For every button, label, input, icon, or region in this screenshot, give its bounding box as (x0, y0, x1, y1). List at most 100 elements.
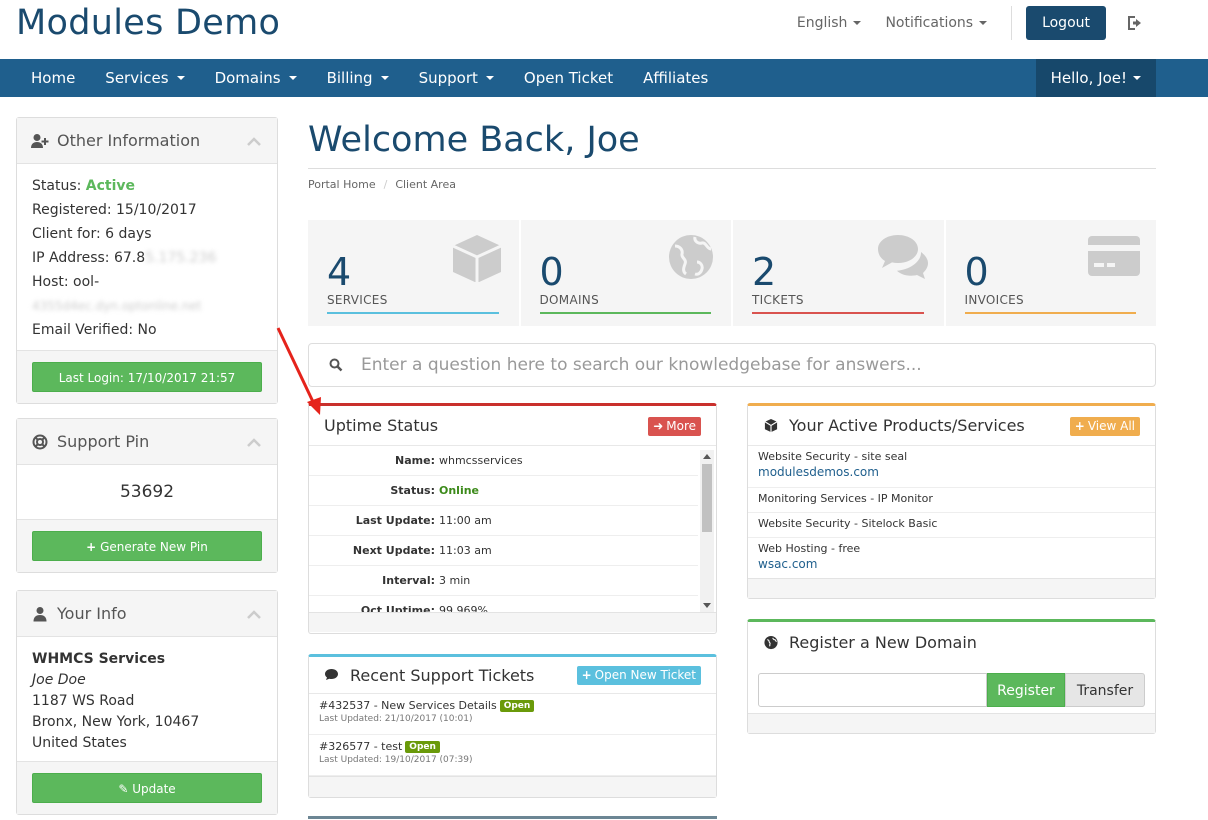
page-title: Welcome Back, Joe (308, 120, 640, 160)
caret-down-icon (979, 21, 988, 25)
uptime-value: whmcsservices (439, 454, 523, 467)
tile-underline (964, 312, 1136, 314)
view-all-button[interactable]: + View All (1069, 417, 1140, 436)
transfer-button[interactable]: Transfer (1065, 673, 1145, 707)
product-name: Monitoring Services - IP Monitor (758, 492, 933, 505)
tile-services[interactable]: 4 SERVICES (308, 220, 521, 326)
chevron-up-icon[interactable] (247, 136, 261, 146)
tile-underline (327, 312, 499, 314)
more-button[interactable]: ➜ More (648, 417, 701, 436)
arrow-right-icon: ➜ (653, 419, 664, 433)
ticket-item[interactable]: #432537 - New Services Details Open Last U… (309, 694, 716, 735)
open-new-ticket-button[interactable]: + Open New Ticket (576, 666, 701, 685)
panel-header: Your Active Products/Services + View All (748, 406, 1155, 446)
host-redacted: 4355d4ec.dyn.optonline.net (32, 299, 202, 313)
status-badge: Active (85, 178, 136, 194)
uptime-row: Status: Online (309, 476, 698, 506)
scrollbar[interactable] (700, 450, 714, 612)
ip-redacted: 5.175.236 (145, 250, 217, 266)
registered-date: Registered: 15/10/2017 (32, 202, 197, 218)
sign-out-icon[interactable] (1126, 13, 1146, 33)
ticket-title: #326577 - test (319, 740, 403, 753)
scroll-thumb[interactable] (702, 464, 712, 532)
address-line-1: 1187 WS Road (32, 693, 135, 709)
panel-header[interactable]: Other Information (17, 118, 277, 164)
scroll-up-icon[interactable] (703, 454, 711, 459)
site-brand[interactable]: Modules Demo (16, 3, 280, 43)
tile-invoices[interactable]: 0 INVOICES (946, 220, 1157, 326)
nav-item-affiliates[interactable]: Affiliates (628, 59, 723, 97)
language-dropdown[interactable]: English (797, 15, 862, 31)
product-name: Website Security - Sitelock Basic (758, 517, 938, 530)
support-pin-panel: Support Pin 53692 + Generate New Pin (16, 418, 278, 573)
uptime-value: 11:03 am (439, 544, 492, 557)
ticket-title: #432537 - New Services Details (319, 699, 497, 712)
uptime-value: 99.969% (439, 604, 488, 612)
product-item[interactable]: Website Security - site seal modulesdemos… (748, 446, 1155, 488)
panel-header[interactable]: Your Info (17, 591, 277, 637)
caret-down-icon (853, 21, 862, 25)
nav-item-services[interactable]: Services (90, 59, 199, 97)
nav-item-support[interactable]: Support (404, 59, 509, 97)
product-item[interactable]: Website Security - Sitelock Basic (748, 513, 1155, 538)
uptime-row: Name: whmcsservices (309, 446, 698, 476)
logout-button[interactable]: Logout (1026, 6, 1106, 40)
panel-header: Uptime Status ➜ More (309, 406, 716, 446)
search-input[interactable] (361, 355, 1121, 375)
uptime-key: Interval: (382, 574, 435, 587)
product-item[interactable]: Monitoring Services - IP Monitor (748, 488, 1155, 513)
tile-count: 4 (327, 250, 352, 294)
update-button[interactable]: ✎ Update (32, 773, 262, 803)
credit-card-icon (1088, 236, 1140, 276)
breadcrumb-portal-home[interactable]: Portal Home (308, 178, 376, 191)
support-pin-value: 53692 (119, 482, 175, 502)
user-menu-dropdown[interactable]: Hello, Joe! (1035, 59, 1156, 97)
life-ring-icon (32, 434, 48, 449)
nav-item-open-ticket[interactable]: Open Ticket (509, 59, 628, 97)
uptime-key: Last Update: (355, 514, 435, 527)
breadcrumb-client-area: Client Area (395, 178, 456, 191)
contact-name: Joe Doe (32, 672, 86, 688)
product-list: Website Security - site seal modulesdemos… (748, 446, 1155, 580)
client-for: Client for: 6 days (32, 226, 152, 242)
panel-body: WHMCS Services Joe Doe 1187 WS Road Bron… (17, 637, 277, 761)
uptime-value: 3 min (439, 574, 471, 587)
product-item[interactable]: Web Hosting - free wsac.com (748, 538, 1155, 580)
recent-tickets-panel: Recent Support Tickets + Open New Ticket … (308, 654, 717, 798)
tile-domains[interactable]: 0 DOMAINS (521, 220, 733, 326)
tile-underline (539, 312, 711, 314)
nav-items: Home Services Domains Billing Support Open Ti… (16, 59, 723, 97)
notifications-dropdown[interactable]: Notifications (885, 15, 988, 31)
register-form: Register Transfer (758, 673, 1145, 707)
product-domain-link[interactable]: modulesdemos.com (758, 465, 1145, 479)
product-domain-link[interactable]: wsac.com (758, 557, 1145, 571)
generate-pin-button[interactable]: + Generate New Pin (32, 531, 262, 561)
comments-icon (325, 668, 338, 680)
uptime-row: Interval: 3 min (309, 566, 698, 596)
nav-item-domains[interactable]: Domains (200, 59, 312, 97)
uptime-key: Name: (395, 454, 435, 467)
nav-item-home[interactable]: Home (16, 59, 90, 97)
next-panel-edge (308, 816, 717, 820)
panel-header[interactable]: Support Pin (17, 419, 277, 465)
domain-input[interactable] (758, 673, 987, 707)
uptime-rows: Name: whmcsservices Status: Online Last Upda… (309, 446, 716, 612)
main-navbar: Home Services Domains Billing Support Open Ti… (0, 59, 1208, 97)
tile-label: DOMAINS (539, 293, 599, 307)
tile-tickets[interactable]: 2 TICKETS (733, 220, 946, 326)
register-button[interactable]: Register (987, 673, 1065, 707)
uptime-row: Oct Uptime: 99.969% (309, 596, 698, 612)
chevron-up-icon[interactable] (247, 609, 261, 619)
plus-icon: + (1074, 419, 1085, 433)
comments-icon (877, 235, 928, 279)
address-line-2: Bronx, New York, 10467 (32, 714, 200, 730)
nav-item-billing[interactable]: Billing (312, 59, 404, 97)
divider (308, 168, 1156, 169)
chevron-up-icon[interactable] (247, 437, 261, 447)
uptime-row: Next Update: 11:03 am (309, 536, 698, 566)
ticket-list: #432537 - New Services Details Open Last U… (309, 694, 716, 776)
last-login-button[interactable]: Last Login: 17/10/2017 21:57 (32, 362, 262, 392)
cube-icon (764, 418, 778, 433)
ticket-item[interactable]: #326577 - test Open Last Updated: 19/10/20… (309, 735, 716, 776)
scroll-down-icon[interactable] (703, 603, 711, 608)
